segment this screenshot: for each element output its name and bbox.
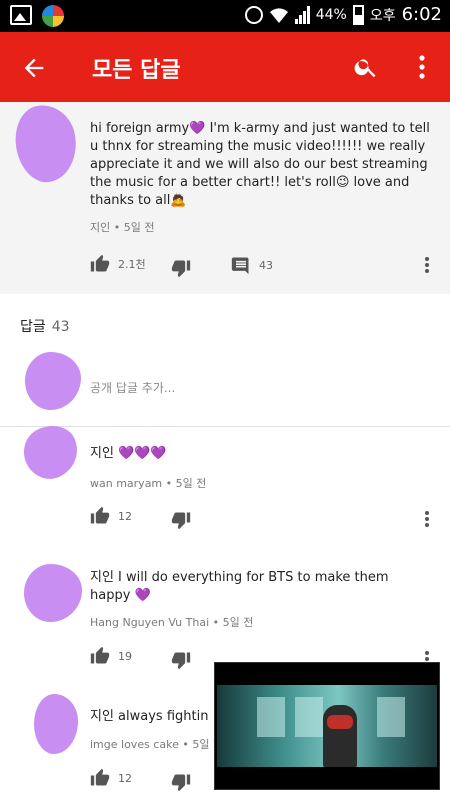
comment-time: 5일 전: [123, 221, 155, 234]
alarm-icon: [244, 5, 263, 24]
thumbs-up-icon: [90, 646, 110, 664]
status-bar: 44% 오후 6:02: [0, 0, 450, 32]
reply-text: 지인 💜💜💜: [90, 446, 167, 461]
comment-more-icon[interactable]: [424, 256, 430, 274]
more-options-icon[interactable]: [414, 52, 430, 82]
video-thumbnail: [217, 685, 437, 767]
reply-author[interactable]: imge loves cake: [90, 738, 179, 751]
add-reply-row: 공개 답글 추가...: [0, 342, 450, 426]
reply-meta: wan maryam • 5일 전: [90, 477, 207, 490]
replies-header: 답글 43: [20, 316, 70, 336]
mini-video-player[interactable]: [214, 662, 440, 790]
reply-author[interactable]: Hang Nguyen Vu Thai: [90, 616, 209, 629]
like-count: 19: [118, 649, 132, 663]
thumbs-down-icon: [171, 774, 191, 792]
app-bar: 모든 답글: [0, 32, 450, 102]
thumbs-up-icon: [90, 254, 110, 272]
dislike-button[interactable]: [171, 772, 191, 792]
like-count: 12: [118, 509, 132, 523]
reply-item: 지인 💜💜💜 wan maryam • 5일 전 12: [0, 417, 450, 556]
like-button[interactable]: 2.1천: [90, 254, 146, 274]
back-arrow-icon[interactable]: [20, 54, 48, 82]
battery-percent: 44%: [315, 6, 347, 23]
like-count: 12: [118, 771, 132, 785]
replies-count: 43: [51, 319, 70, 335]
clock-time: 6:02: [401, 4, 442, 25]
app-notification-icon: [42, 5, 64, 27]
reply-text: 지인 I will do everything for BTS to make …: [90, 570, 389, 603]
avatar[interactable]: [34, 694, 78, 754]
avatar[interactable]: [9, 100, 83, 187]
thumbs-down-icon: [171, 652, 191, 670]
page-title: 모든 답글: [92, 58, 181, 83]
like-button[interactable]: 19: [90, 646, 132, 666]
avatar[interactable]: [24, 564, 82, 622]
like-button[interactable]: 12: [90, 506, 132, 526]
dislike-button[interactable]: [171, 258, 191, 278]
dislike-button[interactable]: [171, 510, 191, 530]
reply-meta: imge loves cake • 5일 ?: [90, 738, 219, 751]
avatar[interactable]: [15, 417, 87, 487]
add-reply-input[interactable]: 공개 답글 추가...: [90, 379, 175, 396]
reply-more-icon[interactable]: [424, 510, 430, 528]
like-button[interactable]: 12: [90, 768, 132, 788]
battery-icon: [352, 4, 364, 25]
comment-meta: 지인 • 5일 전: [90, 221, 155, 234]
gallery-notification-icon: [10, 5, 32, 25]
reply-count: 43: [259, 258, 273, 272]
time-ampm: 오후: [369, 7, 396, 24]
avatar: [25, 352, 81, 410]
comment-text: hi foreign army💜 I'm k-army and just wan…: [90, 121, 430, 208]
comment-author[interactable]: 지인: [90, 221, 110, 234]
reply-meta: Hang Nguyen Vu Thai • 5일 전: [90, 616, 254, 629]
dislike-button[interactable]: [171, 650, 191, 670]
like-count: 2.1천: [118, 258, 146, 271]
thumbs-down-icon: [171, 260, 191, 278]
thumbs-up-icon: [90, 506, 110, 524]
comment-icon: [231, 257, 249, 275]
top-comment: hi foreign army💜 I'm k-army and just wan…: [0, 100, 450, 294]
reply-author[interactable]: wan maryam: [90, 477, 162, 490]
reply-time: 5일 전: [222, 616, 254, 629]
reply-time: 5일 전: [175, 477, 207, 490]
search-icon[interactable]: [353, 54, 379, 80]
signal-icon: [294, 5, 310, 24]
thumbs-up-icon: [90, 768, 110, 786]
replies-label: 답글: [20, 319, 46, 335]
wifi-icon: [269, 7, 288, 23]
thumbs-down-icon: [171, 512, 191, 530]
reply-button[interactable]: 43: [231, 255, 273, 275]
